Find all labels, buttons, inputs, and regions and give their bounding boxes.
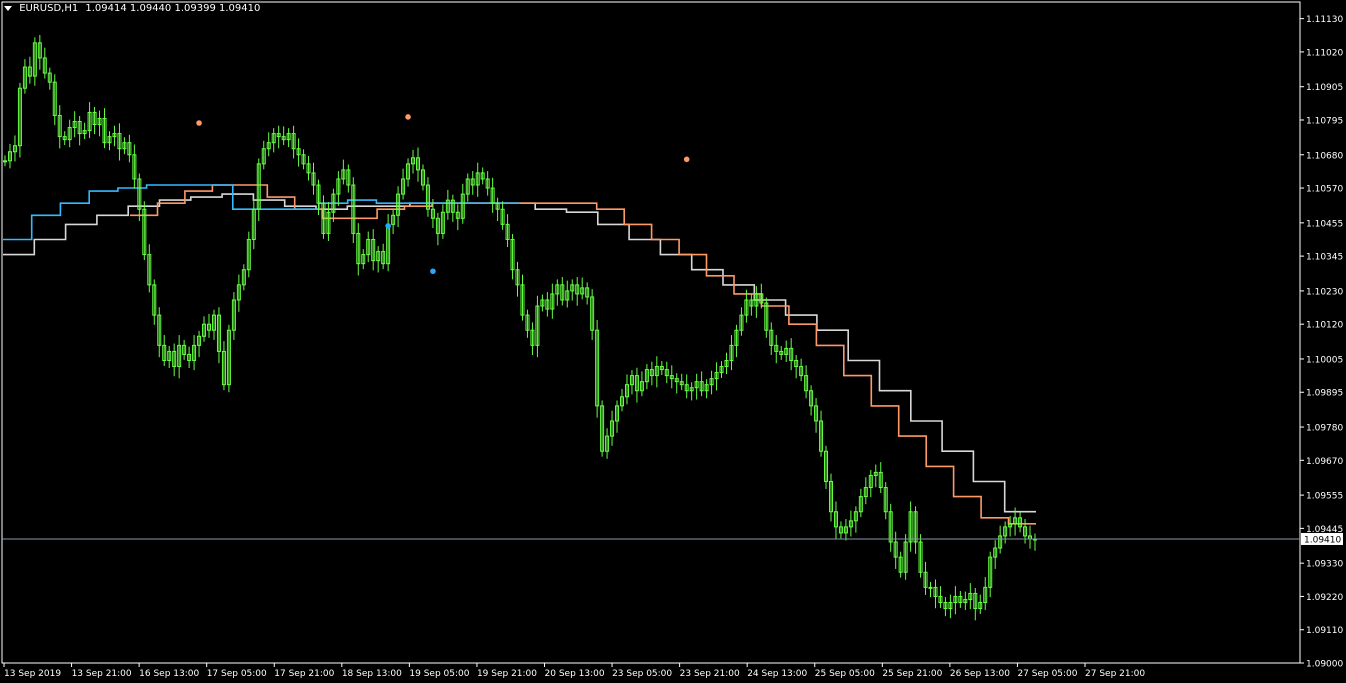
y-tick-label: 1.10005 <box>1306 355 1343 365</box>
y-tick-label: 1.11130 <box>1306 15 1343 25</box>
y-tick-label: 1.09110 <box>1306 626 1343 636</box>
y-tick-label: 1.09000 <box>1306 660 1343 670</box>
y-tick-label: 1.09780 <box>1306 424 1343 434</box>
y-tick-label: 1.10905 <box>1306 83 1343 93</box>
y-tick-label: 1.10120 <box>1306 321 1343 331</box>
price-axis: 1.11130 1.11020 1.10905 1.10795 1.10680 1.105… <box>1300 15 1343 670</box>
x-tick-label: 24 Sep 13:00 <box>747 669 807 679</box>
x-tick-label: 13 Sep 21:00 <box>72 669 132 679</box>
x-tick-label: 19 Sep 21:00 <box>477 669 537 679</box>
x-tick-label: 23 Sep 05:00 <box>612 669 672 679</box>
y-tick-label: 1.10345 <box>1306 253 1343 263</box>
y-tick-label: 1.11020 <box>1306 48 1343 58</box>
x-tick-label: 19 Sep 05:00 <box>409 669 469 679</box>
current-price-label: 1.09410 <box>1304 535 1341 545</box>
plot-border <box>1 1 1301 664</box>
y-tick-label: 1.09670 <box>1306 457 1343 467</box>
y-tick-label: 1.09555 <box>1306 492 1343 502</box>
x-tick-label: 27 Sep 05:00 <box>1017 669 1077 679</box>
x-tick-label: 18 Sep 13:00 <box>342 669 402 679</box>
x-tick-label: 13 Sep 2019 <box>4 669 61 679</box>
y-tick-label: 1.10570 <box>1306 185 1343 195</box>
orange-signal-dot <box>196 120 202 126</box>
blue-signal-dot <box>430 268 436 275</box>
y-tick-label: 1.10455 <box>1306 219 1343 229</box>
candle-body <box>928 586 933 589</box>
chart-window[interactable]: EURUSD,H1 1.09414 1.09440 1.09399 1.0941… <box>0 0 1346 683</box>
price-chart[interactable]: 1.11130 1.11020 1.10905 1.10795 1.10680 1.105… <box>0 0 1346 683</box>
x-tick-label: 17 Sep 05:00 <box>207 669 267 679</box>
y-tick-label: 1.09220 <box>1306 593 1343 603</box>
y-tick-label: 1.10795 <box>1306 116 1343 126</box>
x-tick-label: 23 Sep 21:00 <box>680 669 740 679</box>
y-tick-label: 1.09895 <box>1306 389 1343 399</box>
orange-signal-dot <box>405 114 411 120</box>
y-tick-label: 1.10680 <box>1306 151 1343 161</box>
x-tick-label: 25 Sep 05:00 <box>815 669 875 679</box>
y-tick-label: 1.10230 <box>1306 287 1343 297</box>
x-tick-label: 20 Sep 13:00 <box>545 669 605 679</box>
y-tick-label: 1.09330 <box>1306 560 1343 570</box>
signal-dots <box>196 114 690 275</box>
time-axis: 13 Sep 2019 13 Sep 21:00 16 Sep 13:00 17 Se… <box>3 663 1145 679</box>
candle-body <box>3 160 7 163</box>
blue-signal-dot <box>385 223 391 229</box>
current-price: 1.09410 <box>2 532 1343 545</box>
chart-frame <box>1 1 1301 664</box>
x-tick-label: 16 Sep 13:00 <box>139 669 199 679</box>
x-tick-label: 25 Sep 21:00 <box>882 669 942 679</box>
x-tick-label: 26 Sep 13:00 <box>950 669 1010 679</box>
orange-indicator-line <box>130 184 1036 525</box>
x-tick-label: 27 Sep 21:00 <box>1085 669 1145 679</box>
candles <box>3 34 1037 621</box>
orange-signal-dot <box>683 156 690 163</box>
x-tick-label: 17 Sep 21:00 <box>274 669 334 679</box>
